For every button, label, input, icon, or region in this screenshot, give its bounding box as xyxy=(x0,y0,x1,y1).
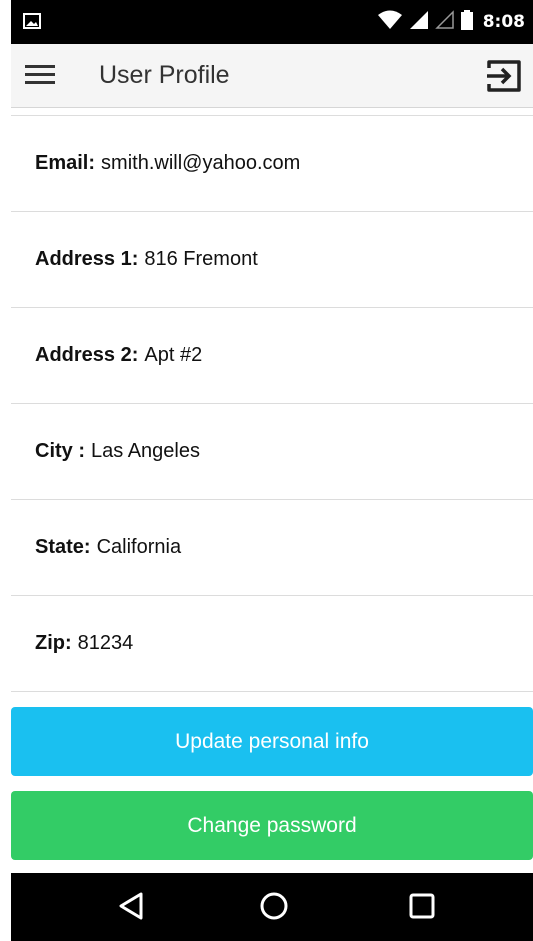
signal-icon xyxy=(409,10,429,35)
field-value: Apt #2 xyxy=(144,344,203,366)
field-label: Email: xyxy=(35,152,96,174)
profile-row-address2: Address 2: Apt #2 xyxy=(11,308,533,404)
home-icon[interactable] xyxy=(259,891,289,926)
logout-icon[interactable] xyxy=(485,58,523,99)
image-icon xyxy=(23,13,41,34)
field-value: smith.will@yahoo.com xyxy=(101,152,301,174)
field-value: 816 Fremont xyxy=(144,248,258,270)
field-label: City : xyxy=(35,440,85,462)
back-icon[interactable] xyxy=(117,891,145,926)
profile-row-city: City : Las Angeles xyxy=(11,404,533,500)
profile-row-address1: Address 1: 816 Fremont xyxy=(11,212,533,308)
profile-row-state: State: California xyxy=(11,500,533,596)
app-bar: User Profile xyxy=(11,44,533,108)
wifi-icon xyxy=(377,10,403,35)
menu-icon[interactable] xyxy=(25,64,55,91)
status-bar: 8:08 xyxy=(11,0,533,44)
field-label: Address 1: xyxy=(35,248,139,270)
profile-details: Email: smith.will@yahoo.com Address 1: 8… xyxy=(11,116,533,692)
update-personal-info-button[interactable]: Update personal info xyxy=(11,707,533,776)
field-label: Address 2: xyxy=(35,344,139,366)
battery-icon xyxy=(460,9,473,35)
system-nav-bar xyxy=(11,873,533,941)
change-password-button[interactable]: Change password xyxy=(11,791,533,860)
field-label: Zip: xyxy=(35,632,72,654)
signal-empty-icon xyxy=(434,9,455,35)
recents-icon[interactable] xyxy=(408,891,436,926)
field-value: California xyxy=(96,536,182,558)
profile-row-zip: Zip: 81234 xyxy=(11,596,533,692)
field-label: State: xyxy=(35,536,91,558)
field-value: 81234 xyxy=(77,632,134,654)
page-title: User Profile xyxy=(99,61,230,89)
profile-row-email: Email: smith.will@yahoo.com xyxy=(11,116,533,212)
field-value: Las Angeles xyxy=(91,440,200,462)
status-time: 8:08 xyxy=(482,12,525,32)
